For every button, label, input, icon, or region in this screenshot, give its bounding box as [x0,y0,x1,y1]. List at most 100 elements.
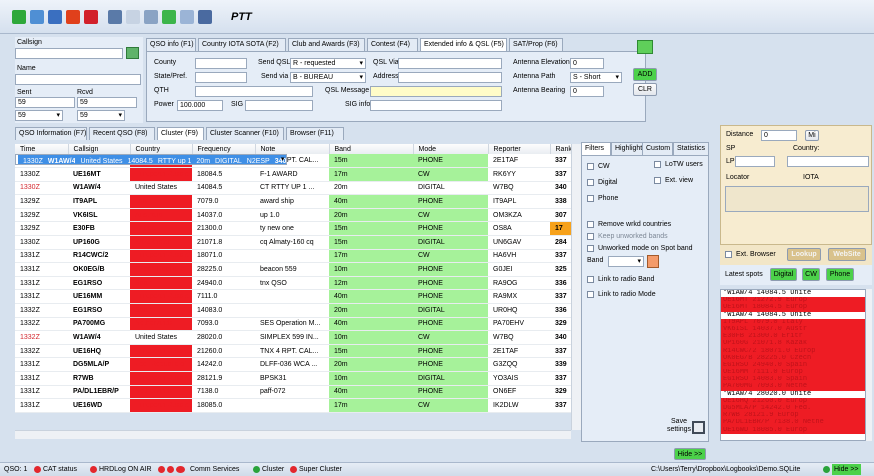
callsign-input[interactable] [15,48,123,59]
filter-tab[interactable]: Highlights [611,142,646,155]
table-row[interactable]: 1332Z PA700MG Netherlands 7093.0 SES Operati… [15,317,582,332]
map-icon[interactable] [198,10,212,24]
column-header[interactable]: Mode [413,144,489,154]
address-input[interactable] [398,72,502,83]
spot-line[interactable]: UE16MT 18084.5 Europ [721,304,865,312]
column-header[interactable]: Band [329,144,414,154]
table-row[interactable]: 1332Z W1AW/4 United States 28020.0 SIMPLEX 5… [15,330,582,345]
spot-line[interactable]: R7WB 28121.9 Europ [721,412,865,420]
table-row[interactable]: 1332Z UE16HQ European Russia 21260.0 TNX 4 R… [15,344,582,359]
sig-input[interactable] [245,100,313,111]
lotw-checkbox[interactable] [654,161,661,168]
spot-line[interactable]: UE16WD 18085.0 Europ [721,426,865,434]
mi-button[interactable]: Mi [805,130,819,141]
info-tab[interactable]: Country IOTA SOTA (F2) [198,38,286,51]
cat-status-label[interactable]: CAT status [43,463,77,476]
qsl-card-icon[interactable] [180,10,194,24]
spot-line[interactable]: *W1AW/4 14084.5 Unite [721,290,865,298]
color-swatch[interactable] [647,255,659,268]
spot-line[interactable]: DG5MLA/P 14242.0 Fed. [721,405,865,413]
spot-line[interactable]: VK6ISL 14037.0 Austr [721,325,865,334]
hrdlog-label[interactable]: HRDLog ON AIR [99,463,152,476]
qth-input[interactable] [195,86,313,97]
puzzle-icon[interactable] [66,10,80,24]
table-row[interactable]: 1330Z UE16MT European Russia 18084.5 F-1 AWA… [15,167,582,182]
table-row[interactable]: 1330Z UP160G Kazakhstan 21071.8 cq Almaty-16… [15,235,582,250]
qsl-message-input[interactable] [370,86,502,97]
spots-list[interactable]: *W1AW/4 14084.5 Unite UE16MT 21272.9 Eur… [720,289,866,441]
filter-tab[interactable]: Statistics [673,142,709,155]
spot-line[interactable]: PA700MG 7093.0 Nethe [721,383,865,391]
info-tab[interactable]: SAT/Prop (F6) [509,38,563,51]
ext-browser-checkbox[interactable] [725,251,732,258]
lookup-button[interactable]: Lookup [787,248,821,261]
website-button[interactable]: WebSite [828,248,866,261]
column-header[interactable]: Time [15,144,69,154]
column-header[interactable]: Callsign [68,144,131,154]
cw-checkbox[interactable] [587,163,594,170]
super-cluster-label[interactable]: Super Cluster [299,463,342,476]
antenna-bearing-input[interactable]: 0 [570,86,604,97]
table-row[interactable]: 1331Z OK0EG/B Czech Republic 28225.0 beacon … [15,262,582,277]
add-button[interactable]: ADD [633,68,657,81]
spot-line[interactable]: R14CWC/2 18071.0 Europ [721,347,865,355]
keep-unworked-checkbox[interactable] [587,233,594,240]
table-row[interactable]: 1329Z VK6ISL Australia 14037.0 up 1.0 20m CW OM… [15,208,582,223]
operator-icon[interactable] [108,10,122,24]
link-band-checkbox[interactable] [587,276,594,283]
cw-button[interactable]: CW [802,268,820,281]
send-via-select[interactable]: B - BUREAU [290,72,366,83]
rcvd-select[interactable]: 59 [77,110,125,121]
column-header[interactable]: Frequency [192,144,256,154]
digital-button[interactable]: Digital [770,268,797,281]
book-icon[interactable] [84,10,98,24]
sent-input[interactable]: 59 [15,97,75,108]
distance-input[interactable]: 0 [761,130,797,141]
main-tab[interactable]: QSO Information (F7) [15,127,87,140]
spot-line[interactable]: UP160G 21071.8 Kazak [721,340,865,348]
cluster-label[interactable]: Cluster [262,463,284,476]
remove-worked-checkbox[interactable] [587,221,594,228]
spot-line[interactable]: PA/DL1EBR/P 7138.0 Nethe [721,419,865,427]
column-header[interactable]: Reporter [488,144,551,154]
filter-tab[interactable]: Filters [581,142,611,155]
spot-line[interactable]: UE16HQ 21260.0 Europ [721,397,865,405]
spot-line[interactable]: UE16MM 7111.0 Europ [721,369,865,377]
table-row[interactable]: 1329Z E30FB Eritrea 21300.0 ty new one 15m PHO… [15,221,582,237]
comm-services-label[interactable]: Comm Services [190,463,239,476]
table-row[interactable]: 1329Z IT9APL Italy 7079.0 award ship 40m PHONE… [15,194,582,209]
sent-select[interactable]: 59 [15,110,63,121]
spot-line[interactable]: EG1RSO 24940.0 Spain [721,361,865,370]
main-tab[interactable]: Browser (F11) [286,127,344,140]
clr-button[interactable]: CLR [633,83,657,96]
grid-horizontal-scrollbar[interactable] [15,430,571,439]
phone-button[interactable]: Phone [826,268,854,281]
table-row[interactable]: 1331Z UE16MM European Russia 7111.0 40m PHONE… [15,289,582,305]
save-icon[interactable] [692,421,705,434]
name-input[interactable] [15,74,141,85]
grid-vertical-scrollbar[interactable] [571,144,581,430]
table-row[interactable]: 1331Z EG1RSO Spain 24940.0 tnx QSO 12m PHONE RA… [15,276,582,291]
main-tab[interactable]: Recent QSO (F8) [89,127,155,140]
info-tab[interactable]: Contest (F4) [367,38,418,51]
table-row[interactable]: 1331Z UE16WD European Russia 18085.0 17m CW IK… [15,398,582,413]
table-row[interactable]: 1332Z EG1RSO Spain 14083.0 20m DIGITAL UR0HQ 33… [15,303,582,318]
spots-scrollbar[interactable] [866,289,872,441]
status-hide-button[interactable]: Hide >> [832,464,861,475]
sig-info-input[interactable] [370,100,502,111]
spot-line[interactable]: *W1AW/4 28020.0 Unite [721,390,865,398]
info-tab[interactable]: Extended info & QSL (F5) [420,38,507,51]
table-row[interactable]: 1330Z W1AW/4 United States 14084.5 CT RTTY U… [15,181,582,196]
window-icon[interactable] [144,10,158,24]
link-mode-checkbox[interactable] [587,291,594,298]
qsl-via-input[interactable] [398,58,502,69]
info-tab[interactable]: QSO info (F1) [146,38,196,51]
main-tab[interactable]: Cluster Scanner (F10) [206,127,284,140]
phone-checkbox[interactable] [587,195,594,202]
main-tab[interactable]: Cluster (F9) [157,127,204,140]
table-row[interactable]: 1331Z R14CWC/2 European Russia 18071.0 17m CW… [15,249,582,264]
antenna-elevation-input[interactable]: 0 [570,58,604,69]
spot-line[interactable]: *W1AW/4 14084.5 Unite [721,311,865,319]
spot-line[interactable]: E30FB 21300.0 Eritr [721,333,865,341]
digital-checkbox[interactable] [587,179,594,186]
